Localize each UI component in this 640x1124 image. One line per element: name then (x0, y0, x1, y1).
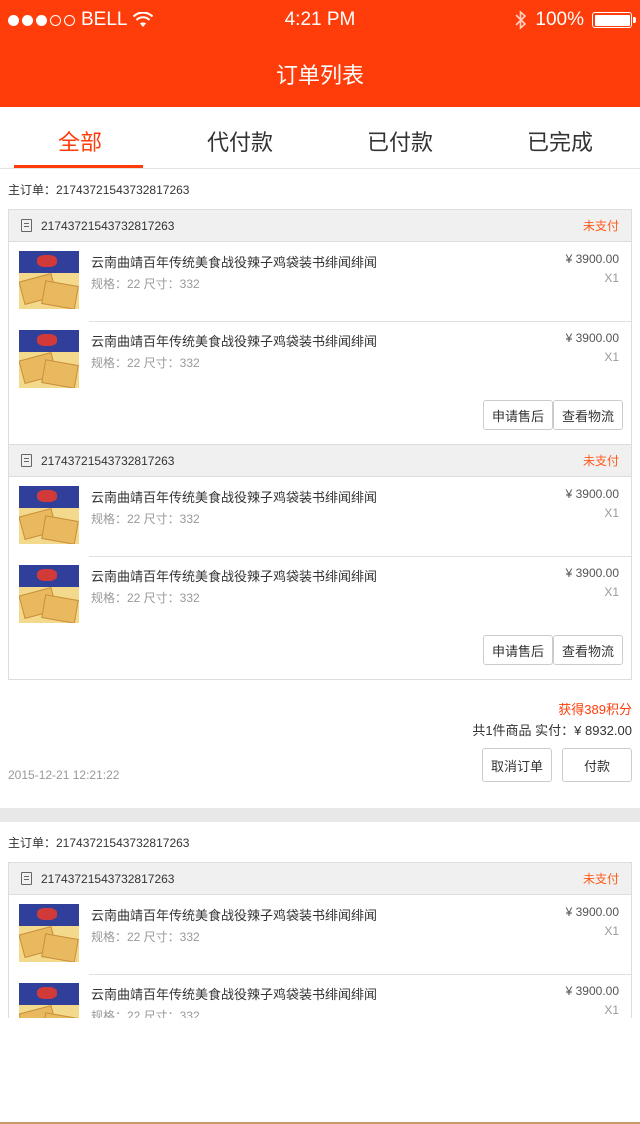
document-icon (21, 872, 32, 885)
tab-paid[interactable]: 已付款 (320, 107, 480, 168)
after-sale-button[interactable]: 申请售后 (483, 635, 553, 665)
product-quantity: X1 (604, 924, 619, 938)
product-quantity: X1 (604, 506, 619, 520)
product-price: ¥ 3900.00 (565, 984, 619, 998)
product-item[interactable]: 云南曲靖百年传统美食战役辣子鸡袋装书绯闻绯闻 规格：22 尺寸：332 ¥ 39… (9, 895, 631, 974)
product-thumbnail (19, 904, 79, 962)
reward-points: 获得389积分 (558, 702, 632, 717)
sub-order-header: 21743721543732817263 未支付 (9, 210, 631, 242)
sub-order-actions: 申请售后 查看物流 (9, 635, 631, 679)
order-list[interactable]: 主订单：21743721543732817263 217437215437328… (0, 169, 640, 1018)
sub-order: 21743721543732817263 未支付 云南曲靖百年传统美食战役辣子鸡… (8, 445, 632, 680)
document-icon (21, 454, 32, 467)
order-tabs: 全部 代付款 已付款 已完成 (0, 107, 640, 169)
order-date: 2015-12-21 12:21:22 (8, 768, 120, 782)
payment-status: 未支付 (582, 872, 619, 886)
status-right: 100% (515, 9, 636, 31)
main-order-number: 主订单：21743721543732817263 (8, 836, 190, 850)
product-thumbnail (19, 565, 79, 623)
sub-order: 21743721543732817263 未支付 云南曲靖百年传统美食战役辣子鸡… (8, 209, 632, 445)
sub-order-header: 21743721543732817263 未支付 (9, 445, 631, 477)
order-footer: 获得389积分 共1件商品 实付：¥ 8932.00 2015-12-21 12… (8, 680, 632, 808)
product-thumbnail (19, 486, 79, 544)
sub-order-number: 21743721543732817263 (41, 871, 175, 886)
tab-all[interactable]: 全部 (0, 107, 160, 168)
product-spec: 规格：22 尺寸：332 (91, 356, 200, 370)
battery-icon (592, 12, 636, 28)
product-spec: 规格：22 尺寸：332 (91, 277, 200, 291)
product-name: 云南曲靖百年传统美食战役辣子鸡袋装书绯闻绯闻 (91, 334, 378, 349)
product-price: ¥ 3900.00 (565, 566, 619, 580)
after-sale-button[interactable]: 申请售后 (483, 400, 553, 430)
payment-status: 未支付 (582, 219, 619, 233)
bluetooth-icon (515, 10, 527, 30)
product-quantity: X1 (604, 1003, 619, 1017)
order-card: 主订单：21743721543732817263 217437215437328… (0, 822, 640, 1018)
product-name: 云南曲靖百年传统美食战役辣子鸡袋装书绯闻绯闻 (91, 908, 378, 923)
product-spec: 规格：22 尺寸：332 (91, 512, 200, 526)
product-item[interactable]: 云南曲靖百年传统美食战役辣子鸡袋装书绯闻绯闻 规格：22 尺寸：332 ¥ 39… (9, 556, 631, 635)
payment-status: 未支付 (582, 454, 619, 468)
product-thumbnail (19, 983, 79, 1018)
product-price: ¥ 3900.00 (565, 252, 619, 266)
product-spec: 规格：22 尺寸：332 (91, 1009, 200, 1018)
sub-order: 21743721543732817263 未支付 云南曲靖百年传统美食战役辣子鸡… (8, 862, 632, 1018)
product-thumbnail (19, 251, 79, 309)
order-total: 共1件商品 实付：¥ 8932.00 (472, 723, 632, 738)
product-spec: 规格：22 尺寸：332 (91, 591, 200, 605)
view-logistics-button[interactable]: 查看物流 (553, 400, 623, 430)
product-quantity: X1 (604, 350, 619, 364)
main-order-number: 主订单：21743721543732817263 (8, 183, 190, 197)
top-bar: BELL 4:21 PM 100% 订单列表 (0, 0, 640, 107)
tab-pending-payment[interactable]: 代付款 (160, 107, 320, 168)
product-item[interactable]: 云南曲靖百年传统美食战役辣子鸡袋装书绯闻绯闻 规格：22 尺寸：332 ¥ 39… (9, 477, 631, 556)
document-icon (21, 219, 32, 232)
product-name: 云南曲靖百年传统美食战役辣子鸡袋装书绯闻绯闻 (91, 569, 378, 584)
sub-order-number: 21743721543732817263 (41, 218, 175, 233)
product-quantity: X1 (604, 585, 619, 599)
sub-order-number: 21743721543732817263 (41, 453, 175, 468)
product-item[interactable]: 云南曲靖百年传统美食战役辣子鸡袋装书绯闻绯闻 规格：22 尺寸：332 ¥ 39… (9, 321, 631, 400)
product-spec: 规格：22 尺寸：332 (91, 930, 200, 944)
product-price: ¥ 3900.00 (565, 905, 619, 919)
product-item[interactable]: 云南曲靖百年传统美食战役辣子鸡袋装书绯闻绯闻 规格：22 尺寸：332 ¥ 39… (9, 242, 631, 321)
order-card: 主订单：21743721543732817263 217437215437328… (0, 169, 640, 808)
view-logistics-button[interactable]: 查看物流 (553, 635, 623, 665)
product-item[interactable]: 云南曲靖百年传统美食战役辣子鸡袋装书绯闻绯闻 规格：22 尺寸：332 ¥ 39… (9, 974, 631, 1018)
pay-button[interactable]: 付款 (562, 748, 632, 782)
product-price: ¥ 3900.00 (565, 331, 619, 345)
sub-order-actions: 申请售后 查看物流 (9, 400, 631, 444)
sub-order-header: 21743721543732817263 未支付 (9, 863, 631, 895)
tab-completed[interactable]: 已完成 (480, 107, 640, 168)
cancel-order-button[interactable]: 取消订单 (482, 748, 552, 782)
product-price: ¥ 3900.00 (565, 487, 619, 501)
page-title: 订单列表 (275, 63, 364, 88)
product-name: 云南曲靖百年传统美食战役辣子鸡袋装书绯闻绯闻 (91, 987, 378, 1002)
status-bar: BELL 4:21 PM 100% (0, 0, 640, 40)
product-quantity: X1 (604, 271, 619, 285)
product-name: 云南曲靖百年传统美食战役辣子鸡袋装书绯闻绯闻 (91, 255, 378, 270)
product-thumbnail (19, 330, 79, 388)
battery-percent: 100% (535, 9, 584, 30)
product-name: 云南曲靖百年传统美食战役辣子鸡袋装书绯闻绯闻 (91, 490, 378, 505)
